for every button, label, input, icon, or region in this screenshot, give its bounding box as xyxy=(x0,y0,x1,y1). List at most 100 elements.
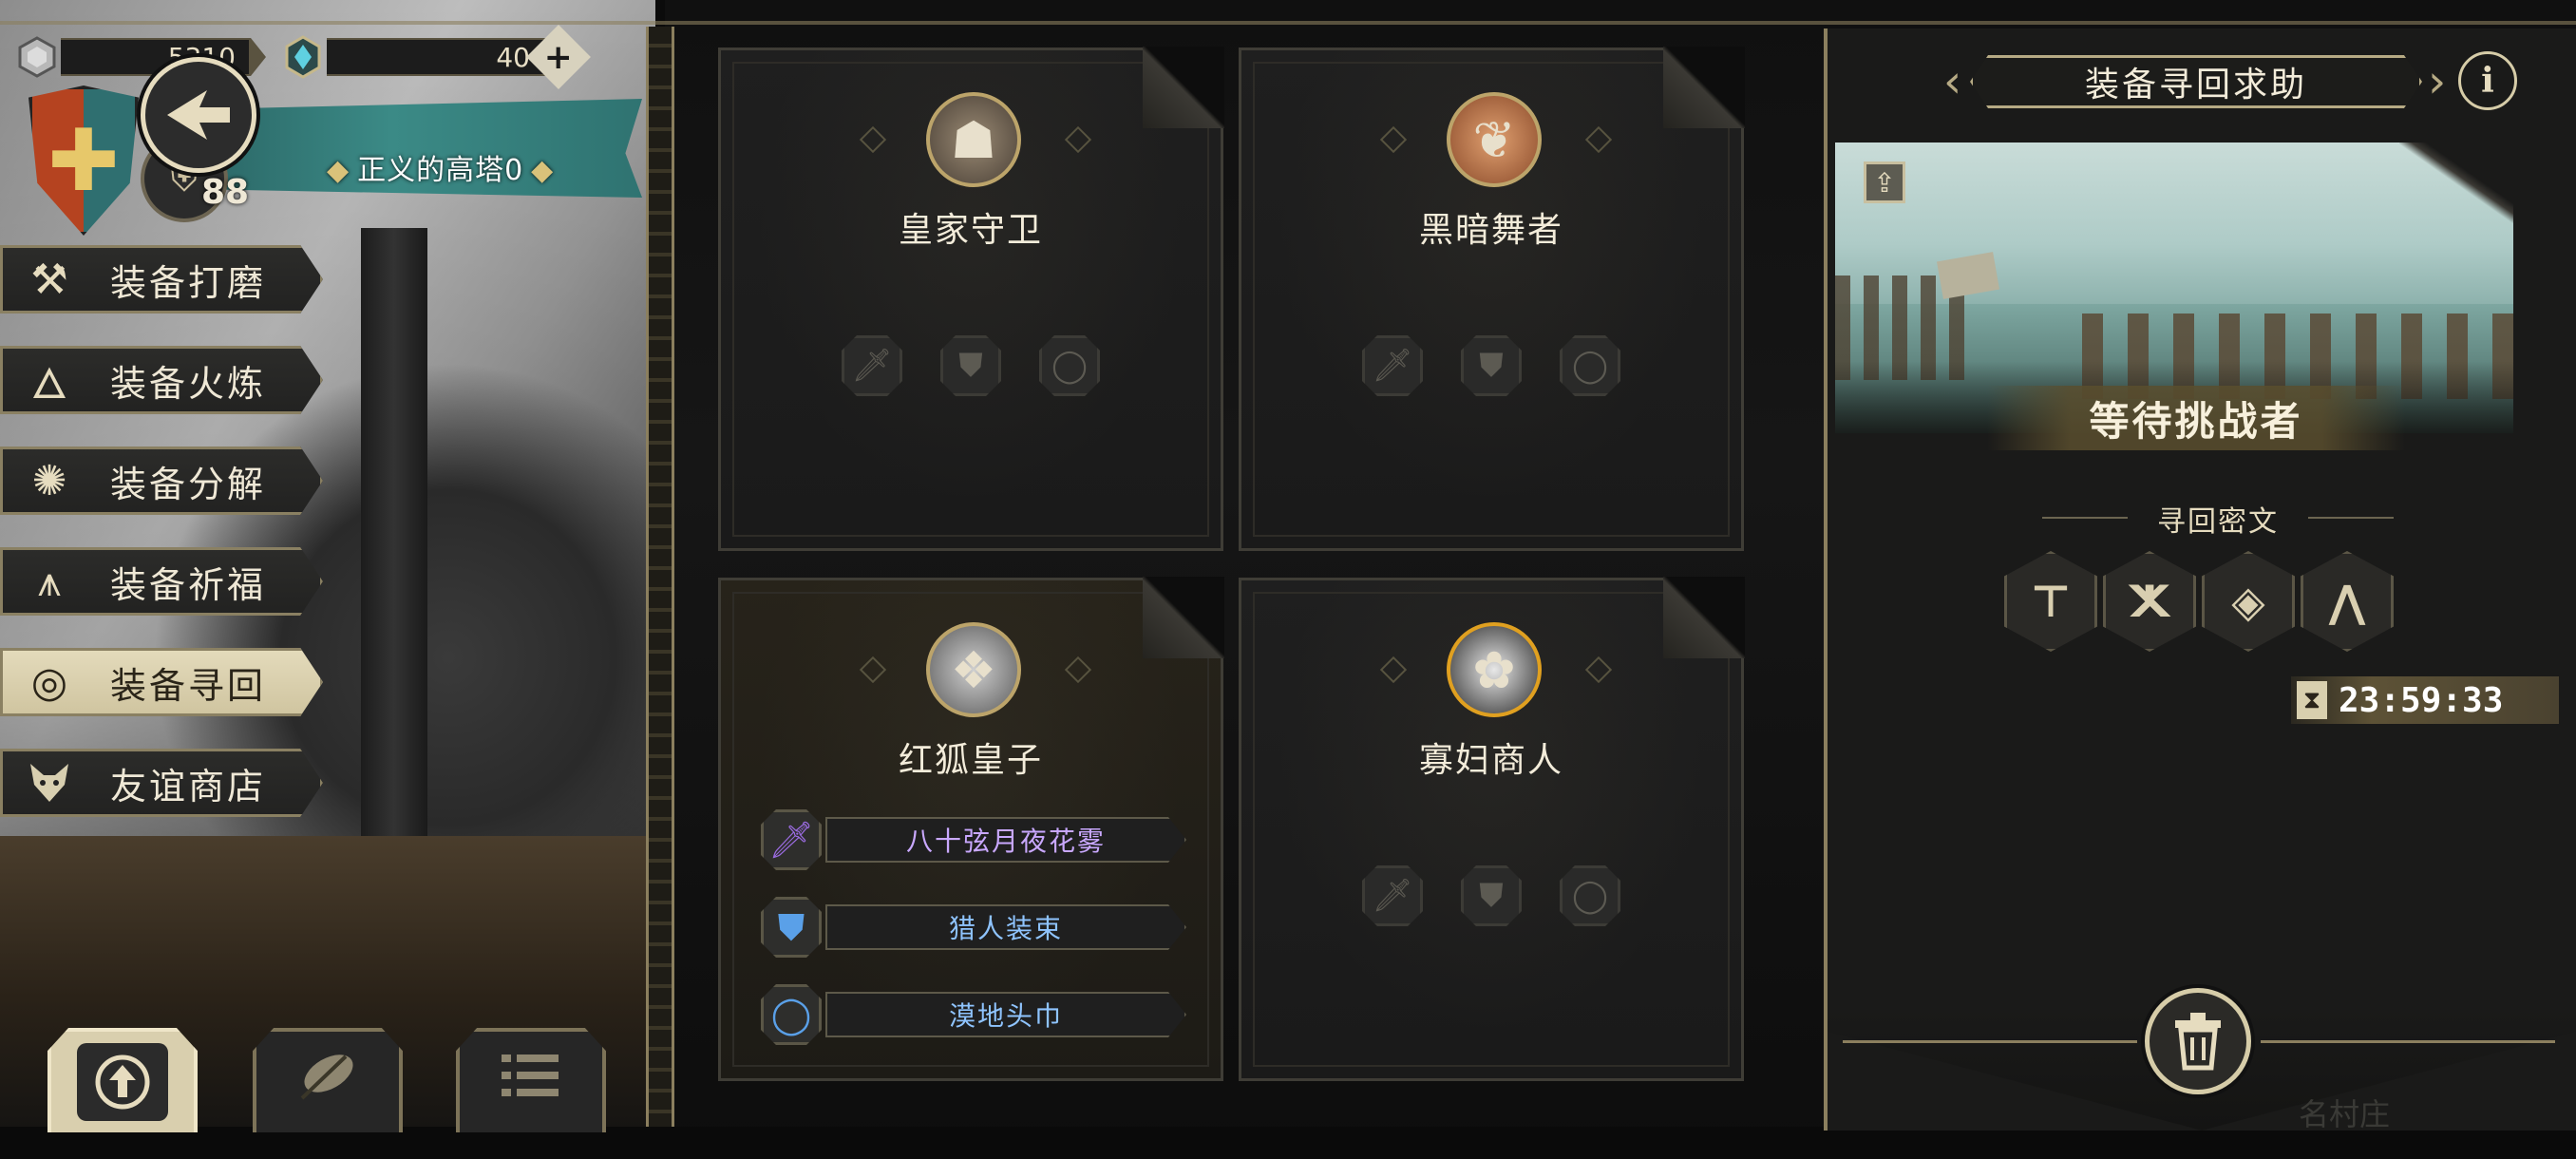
back-button[interactable] xyxy=(141,57,256,173)
back-arrow-icon xyxy=(167,90,230,140)
wolf-prince-portrait: ❖ xyxy=(926,622,1021,717)
character-name: 红狐皇子 xyxy=(898,741,1043,780)
sword-slot-icon: 🗡 xyxy=(842,335,902,396)
signpost xyxy=(1936,252,2000,299)
equipment-name: 八十弦月夜花雾 xyxy=(825,817,1186,863)
hammer-icon: ⚒ xyxy=(30,255,68,304)
gem-amount: 40 xyxy=(327,38,545,76)
hourglass-icon: ⧗ xyxy=(2297,681,2327,719)
sword-slot-icon: 🗡 xyxy=(1362,865,1423,926)
character-card-dark-dancer[interactable]: ❦ 黑暗舞者 🗡 ⛊ ◯ xyxy=(1239,47,1745,551)
cipher-label: 寻回密文 xyxy=(2042,498,2394,540)
equipment-slots: 🗡 ⛊ ◯ xyxy=(721,335,1221,396)
armor-slot-icon: ⛊ xyxy=(1461,335,1522,396)
menu-label: 装备火炼 xyxy=(110,362,267,405)
armor-slot-icon: ⛊ xyxy=(940,335,1001,396)
background-location-text: 名村庄 xyxy=(2299,1096,2391,1132)
menu-label: 装备分解 xyxy=(110,463,267,505)
blue-ring-icon: ◯ xyxy=(761,984,822,1045)
armored-knight-portrait: ☗ xyxy=(926,92,1021,187)
equipment-row[interactable]: ◯ 漠地头巾 xyxy=(761,984,1186,1045)
tab-upload[interactable] xyxy=(47,1028,198,1132)
character-card-widow-merchant[interactable]: ✿ 寡妇商人 🗡 ⛊ ◯ xyxy=(1239,577,1745,1081)
trash-button[interactable] xyxy=(2145,988,2251,1094)
disassemble-icon: ✺ xyxy=(31,456,67,505)
panel-title: 装备寻回求助 xyxy=(1970,55,2422,108)
rune-1-icon[interactable]: ⊤ xyxy=(2004,551,2097,652)
menu-label: 装备寻回 xyxy=(110,664,267,707)
title-left-ornament: ‹ xyxy=(1943,55,1962,108)
silver-coin-icon xyxy=(13,33,61,81)
rune-2-icon[interactable]: ⵅ xyxy=(2103,551,2196,652)
info-button[interactable]: i xyxy=(2458,51,2517,110)
trash-line-right xyxy=(2261,1040,2555,1043)
upload-icon: ⇪ xyxy=(1873,166,1896,199)
blue-gem-icon xyxy=(279,33,327,81)
rune-3-icon[interactable]: ◈ xyxy=(2202,551,2295,652)
player-level: 88 xyxy=(201,173,250,212)
status-waiting-challenger: 等待挑战者 xyxy=(1987,386,2405,450)
flame-icon: 🜂 xyxy=(30,360,68,408)
menu-friendship-shop[interactable]: 友谊商店 xyxy=(0,749,323,817)
equipment-name: 漠地头巾 xyxy=(825,992,1186,1037)
equipment-slots: 🗡 ⛊ ◯ xyxy=(1241,865,1741,926)
add-gem-button[interactable]: + xyxy=(526,25,591,89)
top-border-line xyxy=(0,21,2576,25)
pray-hands-icon: ⩚ xyxy=(37,557,62,606)
silver-arrow xyxy=(251,38,266,76)
page-curl xyxy=(2399,142,2513,238)
equipment-row[interactable]: ⛊ 猎人装束 xyxy=(761,897,1186,958)
menu-equip-disassemble[interactable]: ✺ 装备分解 xyxy=(0,446,323,515)
target-icon: ◎ xyxy=(30,657,68,707)
rune-4-icon[interactable]: ⋀ xyxy=(2301,551,2394,652)
trash-line-left xyxy=(1843,1040,2137,1043)
ring-slot-icon: ◯ xyxy=(1560,335,1620,396)
panel-divider xyxy=(646,27,674,1127)
sword-slot-icon: 🗡 xyxy=(1362,335,1423,396)
gem-currency: 40 + xyxy=(279,25,591,89)
page-curl xyxy=(1143,577,1224,658)
cipher-runes: ⊤ ⵅ ◈ ⋀ xyxy=(2004,551,2394,652)
trash-icon xyxy=(2175,1013,2221,1071)
diamond-right-icon: ◆ xyxy=(531,154,555,187)
character-card-red-fox-prince[interactable]: ❖ 红狐皇子 🗡 八十弦月夜花雾 ⛊ 猎人装束 ◯ 漠地头巾 xyxy=(718,577,1224,1081)
armor-slot-icon: ⛊ xyxy=(1461,865,1522,926)
equipment-row[interactable]: 🗡 八十弦月夜花雾 xyxy=(761,809,1186,870)
feather-icon xyxy=(294,1047,361,1117)
menu-equip-bless[interactable]: ⩚ 装备祈福 xyxy=(0,547,323,616)
ring-slot-icon: ◯ xyxy=(1039,335,1100,396)
tab-list[interactable] xyxy=(456,1028,606,1132)
tower-title: ◆ 正义的高塔0 ◆ xyxy=(319,146,561,188)
diamond-left-icon: ◆ xyxy=(327,154,350,187)
character-name: 寡妇商人 xyxy=(1418,741,1563,780)
upload-icon xyxy=(77,1043,168,1121)
equipment-name: 猎人装束 xyxy=(825,904,1186,950)
title-right-ornament: › xyxy=(2428,55,2447,108)
menu-equip-polish[interactable]: ⚒ 装备打磨 xyxy=(0,245,323,314)
info-icon: i xyxy=(2481,61,2494,101)
character-name: 黑暗舞者 xyxy=(1418,211,1563,250)
menu-equip-forge[interactable]: 🜂 装备火炼 xyxy=(0,346,323,414)
plus-icon: + xyxy=(543,37,574,77)
equipment-slots: 🗡 ⛊ ◯ xyxy=(1241,335,1741,396)
blue-armor-icon: ⛊ xyxy=(761,897,822,958)
menu-label: 装备祈福 xyxy=(110,563,267,606)
tab-feather[interactable] xyxy=(253,1028,403,1132)
purple-sword-icon: 🗡 xyxy=(761,809,822,870)
list-icon xyxy=(498,1047,564,1117)
tower-title-text: 正义的高塔0 xyxy=(357,154,524,187)
rat-dancer-portrait: ❦ xyxy=(1447,92,1542,187)
page-curl xyxy=(1663,47,1745,128)
fox-icon xyxy=(21,754,78,811)
widow-merchant-portrait: ✿ xyxy=(1447,622,1542,717)
menu-label: 装备打磨 xyxy=(110,261,267,304)
countdown-timer: ⧗ 23:59:33 xyxy=(2291,676,2559,724)
timer-text: 23:59:33 xyxy=(2339,680,2504,720)
share-upload-button[interactable]: ⇪ xyxy=(1864,162,1905,203)
ring-slot-icon: ◯ xyxy=(1560,865,1620,926)
page-curl xyxy=(1143,47,1224,128)
menu-label: 友谊商店 xyxy=(110,765,267,808)
menu-equip-retrieve[interactable]: ◎ 装备寻回 xyxy=(0,648,323,716)
character-name: 皇家守卫 xyxy=(898,211,1043,250)
character-card-royal-guard[interactable]: ☗ 皇家守卫 🗡 ⛊ ◯ xyxy=(718,47,1224,551)
